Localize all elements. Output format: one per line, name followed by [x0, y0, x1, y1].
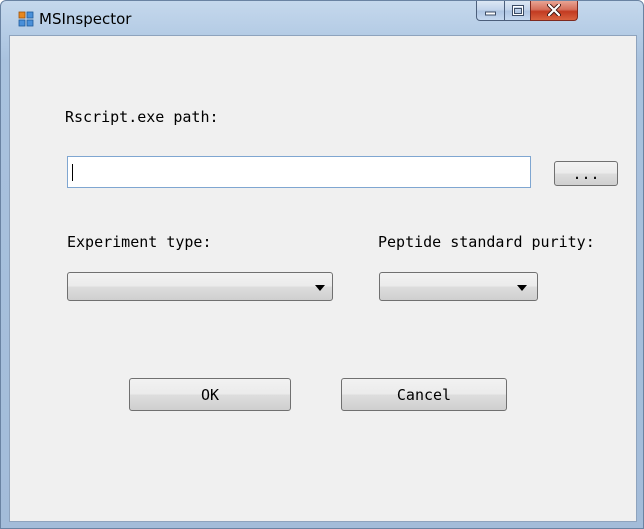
close-icon — [547, 1, 561, 20]
rscript-path-label: Rscript.exe path: — [65, 108, 219, 126]
app-icon — [18, 11, 34, 27]
cancel-button[interactable]: Cancel — [341, 378, 507, 411]
chevron-down-icon — [517, 285, 527, 291]
ok-button[interactable]: OK — [129, 378, 291, 411]
minimize-button[interactable] — [476, 1, 505, 21]
minimize-icon — [485, 1, 496, 20]
experiment-type-dropdown[interactable] — [67, 272, 333, 301]
maximize-icon — [511, 1, 524, 20]
experiment-type-label: Experiment type: — [67, 233, 212, 251]
peptide-purity-label: Peptide standard purity: — [378, 233, 595, 251]
peptide-purity-dropdown[interactable] — [379, 272, 538, 301]
msinspector-window: MSInspector Rscript.exe path: ... Experi… — [0, 0, 644, 529]
browse-button[interactable]: ... — [554, 161, 618, 186]
chevron-down-icon — [315, 285, 325, 291]
title-bar[interactable]: MSInspector — [1, 1, 643, 35]
maximize-button[interactable] — [504, 1, 531, 21]
rscript-path-input[interactable] — [67, 156, 531, 188]
window-title: MSInspector — [39, 10, 132, 28]
text-caret — [72, 164, 73, 181]
close-button[interactable] — [530, 1, 578, 21]
client-area: Rscript.exe path: ... Experiment type: P… — [9, 35, 637, 522]
